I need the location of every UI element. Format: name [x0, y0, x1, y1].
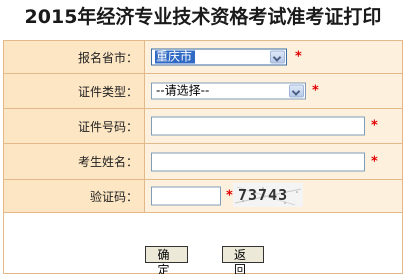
required-mark: *: [295, 49, 302, 65]
id-number-value-cell: *: [145, 109, 402, 143]
required-mark: *: [312, 83, 319, 99]
chevron-down-icon[interactable]: [289, 84, 304, 98]
name-input[interactable]: [151, 152, 365, 171]
province-value-cell: 重庆市 *: [145, 41, 402, 73]
required-mark: *: [371, 118, 378, 134]
form-row-id-number: 证件号码： *: [4, 109, 402, 144]
back-button[interactable]: 返 回: [222, 246, 264, 274]
required-mark: *: [371, 154, 378, 169]
exam-ticket-print-page: 2015年经济专业技术资格考试准考证打印 报名省市： 重庆市 * 证件类型： -…: [0, 0, 406, 274]
id-type-selected-value: --请选择--: [156, 83, 210, 98]
actions-cell: [145, 213, 402, 273]
page-title: 2015年经济专业技术资格考试准考证打印: [24, 6, 382, 28]
id-type-select[interactable]: --请选择--: [151, 82, 306, 100]
captcha-image[interactable]: 73743: [233, 183, 303, 207]
province-select[interactable]: 重庆市: [151, 48, 287, 66]
province-selected-value: 重庆市: [155, 50, 196, 64]
captcha-label: 验证码：: [4, 180, 145, 212]
id-number-label: 证件号码：: [4, 109, 145, 143]
province-label: 报名省市：: [4, 41, 145, 73]
required-mark: *: [226, 188, 233, 204]
captcha-value-cell: * 73743: [145, 180, 402, 212]
name-value-cell: *: [145, 144, 402, 179]
form-row-actions: 确 定 返 回: [4, 213, 402, 274]
id-number-input[interactable]: [151, 116, 365, 136]
name-label: 考生姓名：: [4, 144, 145, 179]
actions-spacer: [4, 213, 145, 273]
captcha-text: 73743: [238, 186, 288, 204]
form-row-name: 考生姓名： *: [4, 144, 402, 180]
form-row-province: 报名省市： 重庆市 *: [4, 41, 402, 74]
id-type-value-cell: --请选择-- *: [145, 74, 402, 108]
form-row-id-type: 证件类型： --请选择-- *: [4, 74, 402, 109]
ticket-query-form: 报名省市： 重庆市 * 证件类型： --请选择-- * 证件号码： * 考生姓名…: [3, 40, 403, 274]
confirm-button[interactable]: 确 定: [145, 246, 188, 274]
id-type-label: 证件类型：: [4, 74, 145, 108]
chevron-down-icon[interactable]: [270, 50, 285, 64]
captcha-input[interactable]: [151, 186, 221, 206]
form-row-captcha: 验证码： * 73743: [4, 180, 402, 213]
